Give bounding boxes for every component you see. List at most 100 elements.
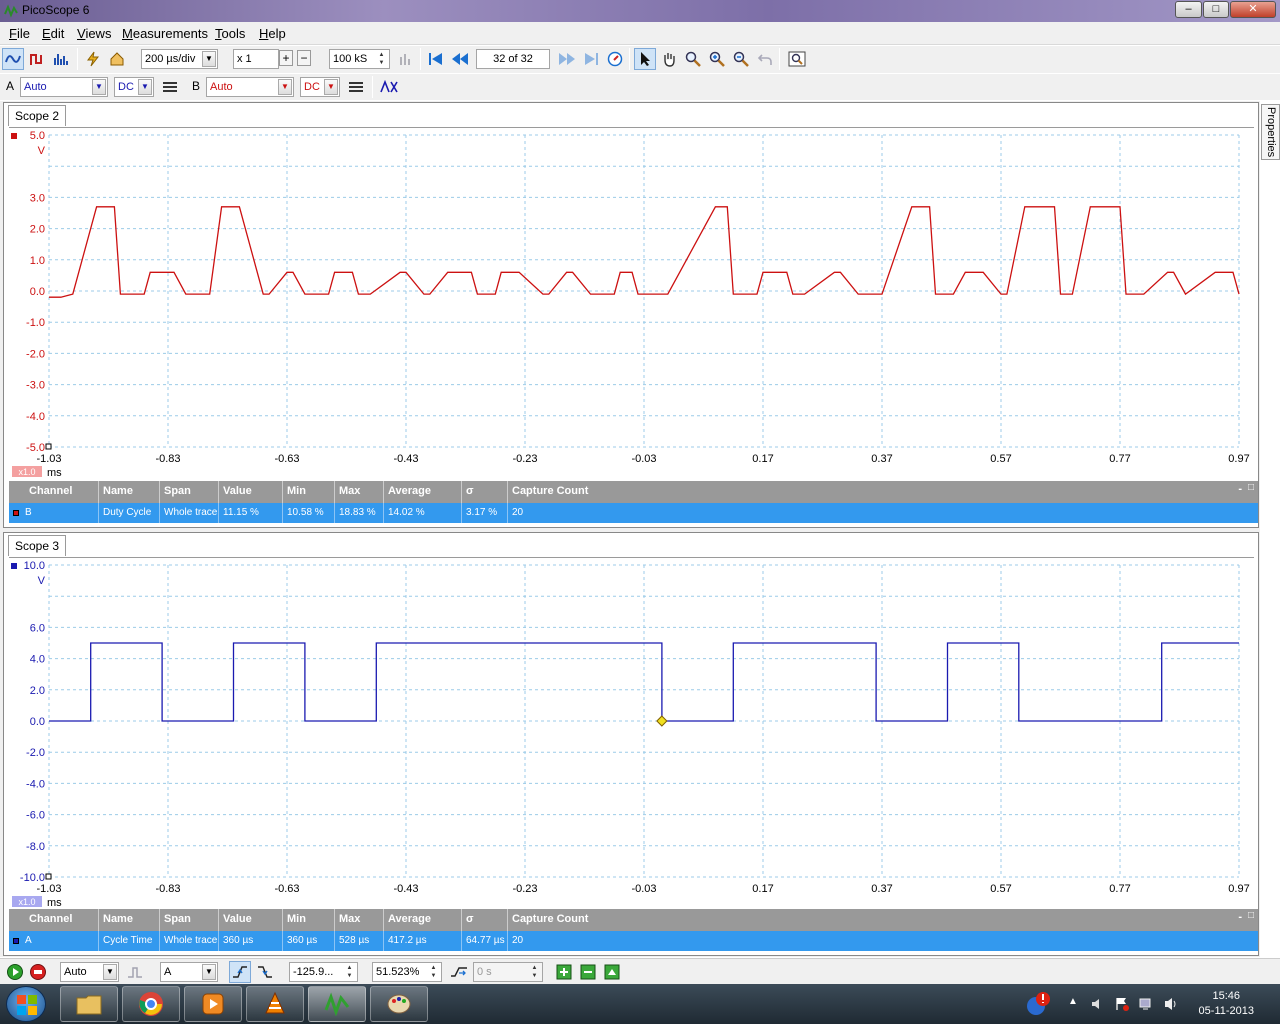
spectrum-mode-icon[interactable]	[50, 48, 72, 70]
collapse-icon[interactable]: -	[1238, 911, 1242, 923]
header-capture-count[interactable]: Capture Count	[508, 481, 708, 503]
delay-stepper[interactable]: 0 s ▲ ▼	[473, 962, 543, 982]
action-center-alert-icon[interactable]	[1026, 991, 1052, 1017]
stop-capture-icon[interactable]	[27, 961, 49, 983]
speaker-tray-icon[interactable]	[1090, 997, 1104, 1011]
menu-help[interactable]: Help	[259, 26, 286, 41]
channel-b-coupling-select[interactable]: DC ▼	[300, 77, 340, 97]
trigger-level-stepper[interactable]: -125.9... ▲ ▼	[289, 962, 358, 982]
undo-zoom-icon[interactable]	[754, 48, 776, 70]
header-capture-count[interactable]: Capture Count	[508, 909, 708, 931]
edit-measurement-icon[interactable]	[577, 961, 599, 983]
add-measurement-icon[interactable]	[553, 961, 575, 983]
scope-mode-icon[interactable]	[2, 48, 24, 70]
zoom-select-tool-icon[interactable]	[682, 48, 704, 70]
show-hidden-icons-icon[interactable]: ▲	[1068, 996, 1078, 1007]
collapse-icon[interactable]: -	[1238, 483, 1242, 495]
menu-tools[interactable]: Tools	[215, 26, 245, 41]
properties-side-tab[interactable]: Properties	[1261, 104, 1280, 160]
taskbar-picoscope[interactable]	[308, 986, 366, 1022]
header-min[interactable]: Min	[283, 481, 335, 503]
math-channels-icon[interactable]	[378, 76, 400, 98]
previous-buffer-icon[interactable]	[449, 48, 471, 70]
home-icon[interactable]	[106, 48, 128, 70]
zoom-out-small-button[interactable]: −	[297, 50, 311, 66]
header-name[interactable]: Name	[99, 909, 160, 931]
last-buffer-icon[interactable]	[580, 48, 602, 70]
header-max[interactable]: Max	[335, 909, 384, 931]
zoom-in-icon[interactable]	[706, 48, 728, 70]
header-average[interactable]: Average	[384, 909, 462, 931]
buffer-position-field[interactable]: 32 of 32	[476, 49, 550, 69]
persistence-mode-icon[interactable]	[26, 48, 48, 70]
header-span[interactable]: Span	[160, 909, 219, 931]
menu-measurements[interactable]: Measurements	[122, 26, 208, 41]
tab-scope-2[interactable]: Scope 2	[8, 105, 67, 126]
zoom-to-fit-icon[interactable]	[786, 48, 808, 70]
measurement-row[interactable]: B Duty Cycle Whole trace 11.15 % 10.58 %…	[9, 503, 1258, 523]
samples-stepper[interactable]: 100 kS ▲ ▼	[329, 49, 390, 69]
first-buffer-icon[interactable]	[425, 48, 447, 70]
spin-arrows-icon[interactable]: ▲ ▼	[427, 964, 440, 980]
flag-tray-icon[interactable]	[1114, 996, 1130, 1012]
header-sigma[interactable]: σ	[462, 909, 508, 931]
spin-arrows-icon[interactable]: ▲ ▼	[375, 51, 388, 67]
minimize-button[interactable]: ‒	[1175, 1, 1202, 18]
taskbar-explorer[interactable]	[60, 986, 118, 1022]
header-sigma[interactable]: σ	[462, 481, 508, 503]
trigger-mode-select[interactable]: Auto ▼	[60, 962, 119, 982]
menu-file[interactable]: File	[9, 26, 30, 41]
delete-measurement-icon[interactable]	[601, 961, 623, 983]
pretrigger-stepper[interactable]: 51.523% ▲ ▼	[372, 962, 442, 982]
zoom-out-icon[interactable]	[730, 48, 752, 70]
header-channel[interactable]: Channel	[9, 481, 99, 503]
channel-b-range-select[interactable]: Auto ▼	[206, 77, 294, 97]
menu-views[interactable]: Views	[77, 26, 111, 41]
zoom-select[interactable]: x 1	[233, 49, 279, 69]
header-channel[interactable]: Channel	[9, 909, 99, 931]
tab-scope-3[interactable]: Scope 3	[8, 535, 67, 556]
signal-generator-icon[interactable]	[82, 48, 104, 70]
channel-a-coupling-select[interactable]: DC ▼	[114, 77, 154, 97]
header-value[interactable]: Value	[219, 909, 283, 931]
start-button[interactable]	[6, 986, 46, 1022]
zoom-in-small-button[interactable]: +	[279, 50, 293, 66]
post-trigger-delay-icon[interactable]	[448, 961, 470, 983]
measurement-row[interactable]: A Cycle Time Whole trace 360 µs 360 µs 5…	[9, 931, 1258, 951]
hand-tool-icon[interactable]	[658, 48, 680, 70]
header-min[interactable]: Min	[283, 909, 335, 931]
header-max[interactable]: Max	[335, 481, 384, 503]
channel-a-range-select[interactable]: Auto ▼	[20, 77, 108, 97]
header-value[interactable]: Value	[219, 481, 283, 503]
taskbar-chrome[interactable]	[122, 986, 180, 1022]
maximize-button[interactable]: □	[1203, 1, 1229, 18]
falling-edge-icon[interactable]	[254, 961, 276, 983]
buffer-navigator-icon[interactable]	[604, 48, 626, 70]
header-span[interactable]: Span	[160, 481, 219, 503]
maximize-icon[interactable]: □	[1248, 482, 1254, 493]
timebase-select[interactable]: 200 µs/div ▼	[141, 49, 218, 69]
rising-edge-icon[interactable]	[229, 961, 251, 983]
channel-a-options-icon[interactable]	[159, 76, 181, 98]
pointer-tool-icon[interactable]	[634, 48, 656, 70]
header-average[interactable]: Average	[384, 481, 462, 503]
spin-arrows-icon[interactable]: ▲ ▼	[343, 964, 356, 980]
taskbar-vlc[interactable]	[246, 986, 304, 1022]
maximize-icon[interactable]: □	[1248, 910, 1254, 921]
header-name[interactable]: Name	[99, 481, 160, 503]
spin-arrows-icon[interactable]: ▲ ▼	[528, 964, 541, 980]
start-capture-icon[interactable]	[4, 961, 26, 983]
volume-tray-icon[interactable]	[1163, 996, 1179, 1012]
menu-edit[interactable]: Edit	[42, 26, 64, 41]
capture-settings-icon[interactable]	[395, 48, 417, 70]
scope-2-plot[interactable]: 5.0 3.0 2.0 1.0 0.0 -1.0 -2.0 -3.0 -4.0 -5.0 V -1.0…	[9, 127, 1254, 478]
channel-b-options-icon[interactable]	[345, 76, 367, 98]
advanced-trigger-icon[interactable]	[124, 961, 146, 983]
trigger-source-select[interactable]: A ▼	[160, 962, 218, 982]
taskbar-clock[interactable]: 15:46 05-11-2013	[1199, 989, 1254, 1019]
close-button[interactable]: ✕	[1230, 1, 1276, 18]
taskbar-paint[interactable]	[370, 986, 428, 1022]
next-buffer-icon[interactable]	[556, 48, 578, 70]
network-tray-icon[interactable]	[1138, 996, 1154, 1012]
scope-3-chart[interactable]: 10.06.04.02.00.0-2.0-4.0-6.0-8.0-10.0V-1…	[9, 558, 1254, 908]
